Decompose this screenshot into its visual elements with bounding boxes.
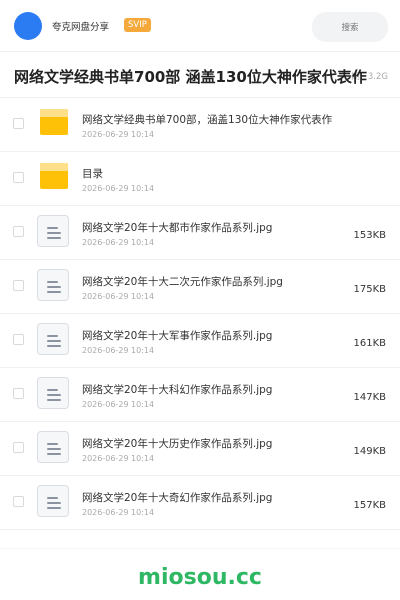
document-icon — [37, 215, 69, 247]
avatar[interactable] — [14, 12, 42, 40]
file-row[interactable]: 网络文学20年十大奇幻作家作品系列.jpg 2026-06-29 10:14 157… — [0, 476, 400, 530]
document-icon — [37, 485, 69, 517]
select-checkbox[interactable] — [13, 334, 24, 345]
file-name[interactable]: 网络文学20年十大科幻作家作品系列.jpg — [82, 382, 272, 397]
select-checkbox[interactable] — [13, 226, 24, 237]
top-bar: 夸克网盘分享 SVIP — [0, 0, 400, 52]
file-row[interactable]: 网络文学20年十大军事作家作品系列.jpg 2026-06-29 10:14 161… — [0, 314, 400, 368]
file-list: 网络文学经典书单700部，涵盖130位大神作家代表作 2026-06-29 10:… — [0, 98, 400, 530]
file-name[interactable]: 网络文学20年十大历史作家作品系列.jpg — [82, 436, 272, 451]
document-icon — [37, 323, 69, 355]
file-row[interactable]: 网络文学20年十大科幻作家作品系列.jpg 2026-06-29 10:14 147… — [0, 368, 400, 422]
file-date: 2026-06-29 10:14 — [82, 346, 155, 355]
file-name[interactable]: 网络文学20年十大奇幻作家作品系列.jpg — [82, 490, 272, 505]
folder-icon — [40, 109, 68, 135]
file-date: 2026-06-29 10:14 — [82, 454, 155, 463]
svip-badge: SVIP — [124, 18, 151, 32]
search-input[interactable] — [312, 12, 388, 42]
share-owner-name: 夸克网盘分享 — [52, 22, 110, 33]
file-date: 2026-06-29 10:14 — [82, 130, 155, 139]
select-checkbox[interactable] — [13, 496, 24, 507]
file-row[interactable]: 网络文学20年十大二次元作家作品系列.jpg 2026-06-29 10:14 17… — [0, 260, 400, 314]
select-checkbox[interactable] — [13, 118, 24, 129]
file-date: 2026-06-29 10:14 — [82, 184, 155, 193]
file-size: 175KB — [353, 284, 386, 295]
document-icon — [37, 269, 69, 301]
file-size: 157KB — [353, 500, 386, 511]
file-date: 2026-06-29 10:14 — [82, 292, 155, 301]
select-checkbox[interactable] — [13, 280, 24, 291]
file-date: 2026-06-29 10:14 — [82, 400, 155, 409]
footer: miosou.cc — [0, 548, 400, 600]
file-date: 2026-06-29 10:14 — [82, 508, 155, 517]
file-size: 153KB — [353, 230, 386, 241]
select-checkbox[interactable] — [13, 388, 24, 399]
document-icon — [37, 377, 69, 409]
file-size: 161KB — [353, 338, 386, 349]
file-row[interactable]: 网络文学20年十大历史作家作品系列.jpg 2026-06-29 10:14 149… — [0, 422, 400, 476]
file-name[interactable]: 网络文学20年十大军事作家作品系列.jpg — [82, 328, 272, 343]
file-row[interactable]: 目录 2026-06-29 10:14 — [0, 152, 400, 206]
file-name[interactable]: 网络文学20年十大都市作家作品系列.jpg — [82, 220, 272, 235]
file-row[interactable]: 网络文学经典书单700部，涵盖130位大神作家代表作 2026-06-29 10:… — [0, 98, 400, 152]
folder-icon — [40, 163, 68, 189]
file-name[interactable]: 目录 — [82, 166, 103, 181]
file-name[interactable]: 网络文学20年十大二次元作家作品系列.jpg — [82, 274, 283, 289]
file-date: 2026-06-29 10:14 — [82, 238, 155, 247]
page-title: 网络文学经典书单700部 涵盖130位大神作家代表作 — [14, 68, 367, 86]
select-checkbox[interactable] — [13, 172, 24, 183]
file-name[interactable]: 网络文学经典书单700部，涵盖130位大神作家代表作 — [82, 112, 332, 127]
file-size: 147KB — [353, 392, 386, 403]
file-row[interactable]: 网络文学20年十大都市作家作品系列.jpg 2026-06-29 10:14 153… — [0, 206, 400, 260]
title-bar: 期 · 3.2G 网络文学经典书单700部 涵盖130位大神作家代表作 — [0, 52, 400, 98]
brand-watermark: miosou.cc — [138, 565, 262, 590]
document-icon — [37, 431, 69, 463]
file-size: 149KB — [353, 446, 386, 457]
select-checkbox[interactable] — [13, 442, 24, 453]
